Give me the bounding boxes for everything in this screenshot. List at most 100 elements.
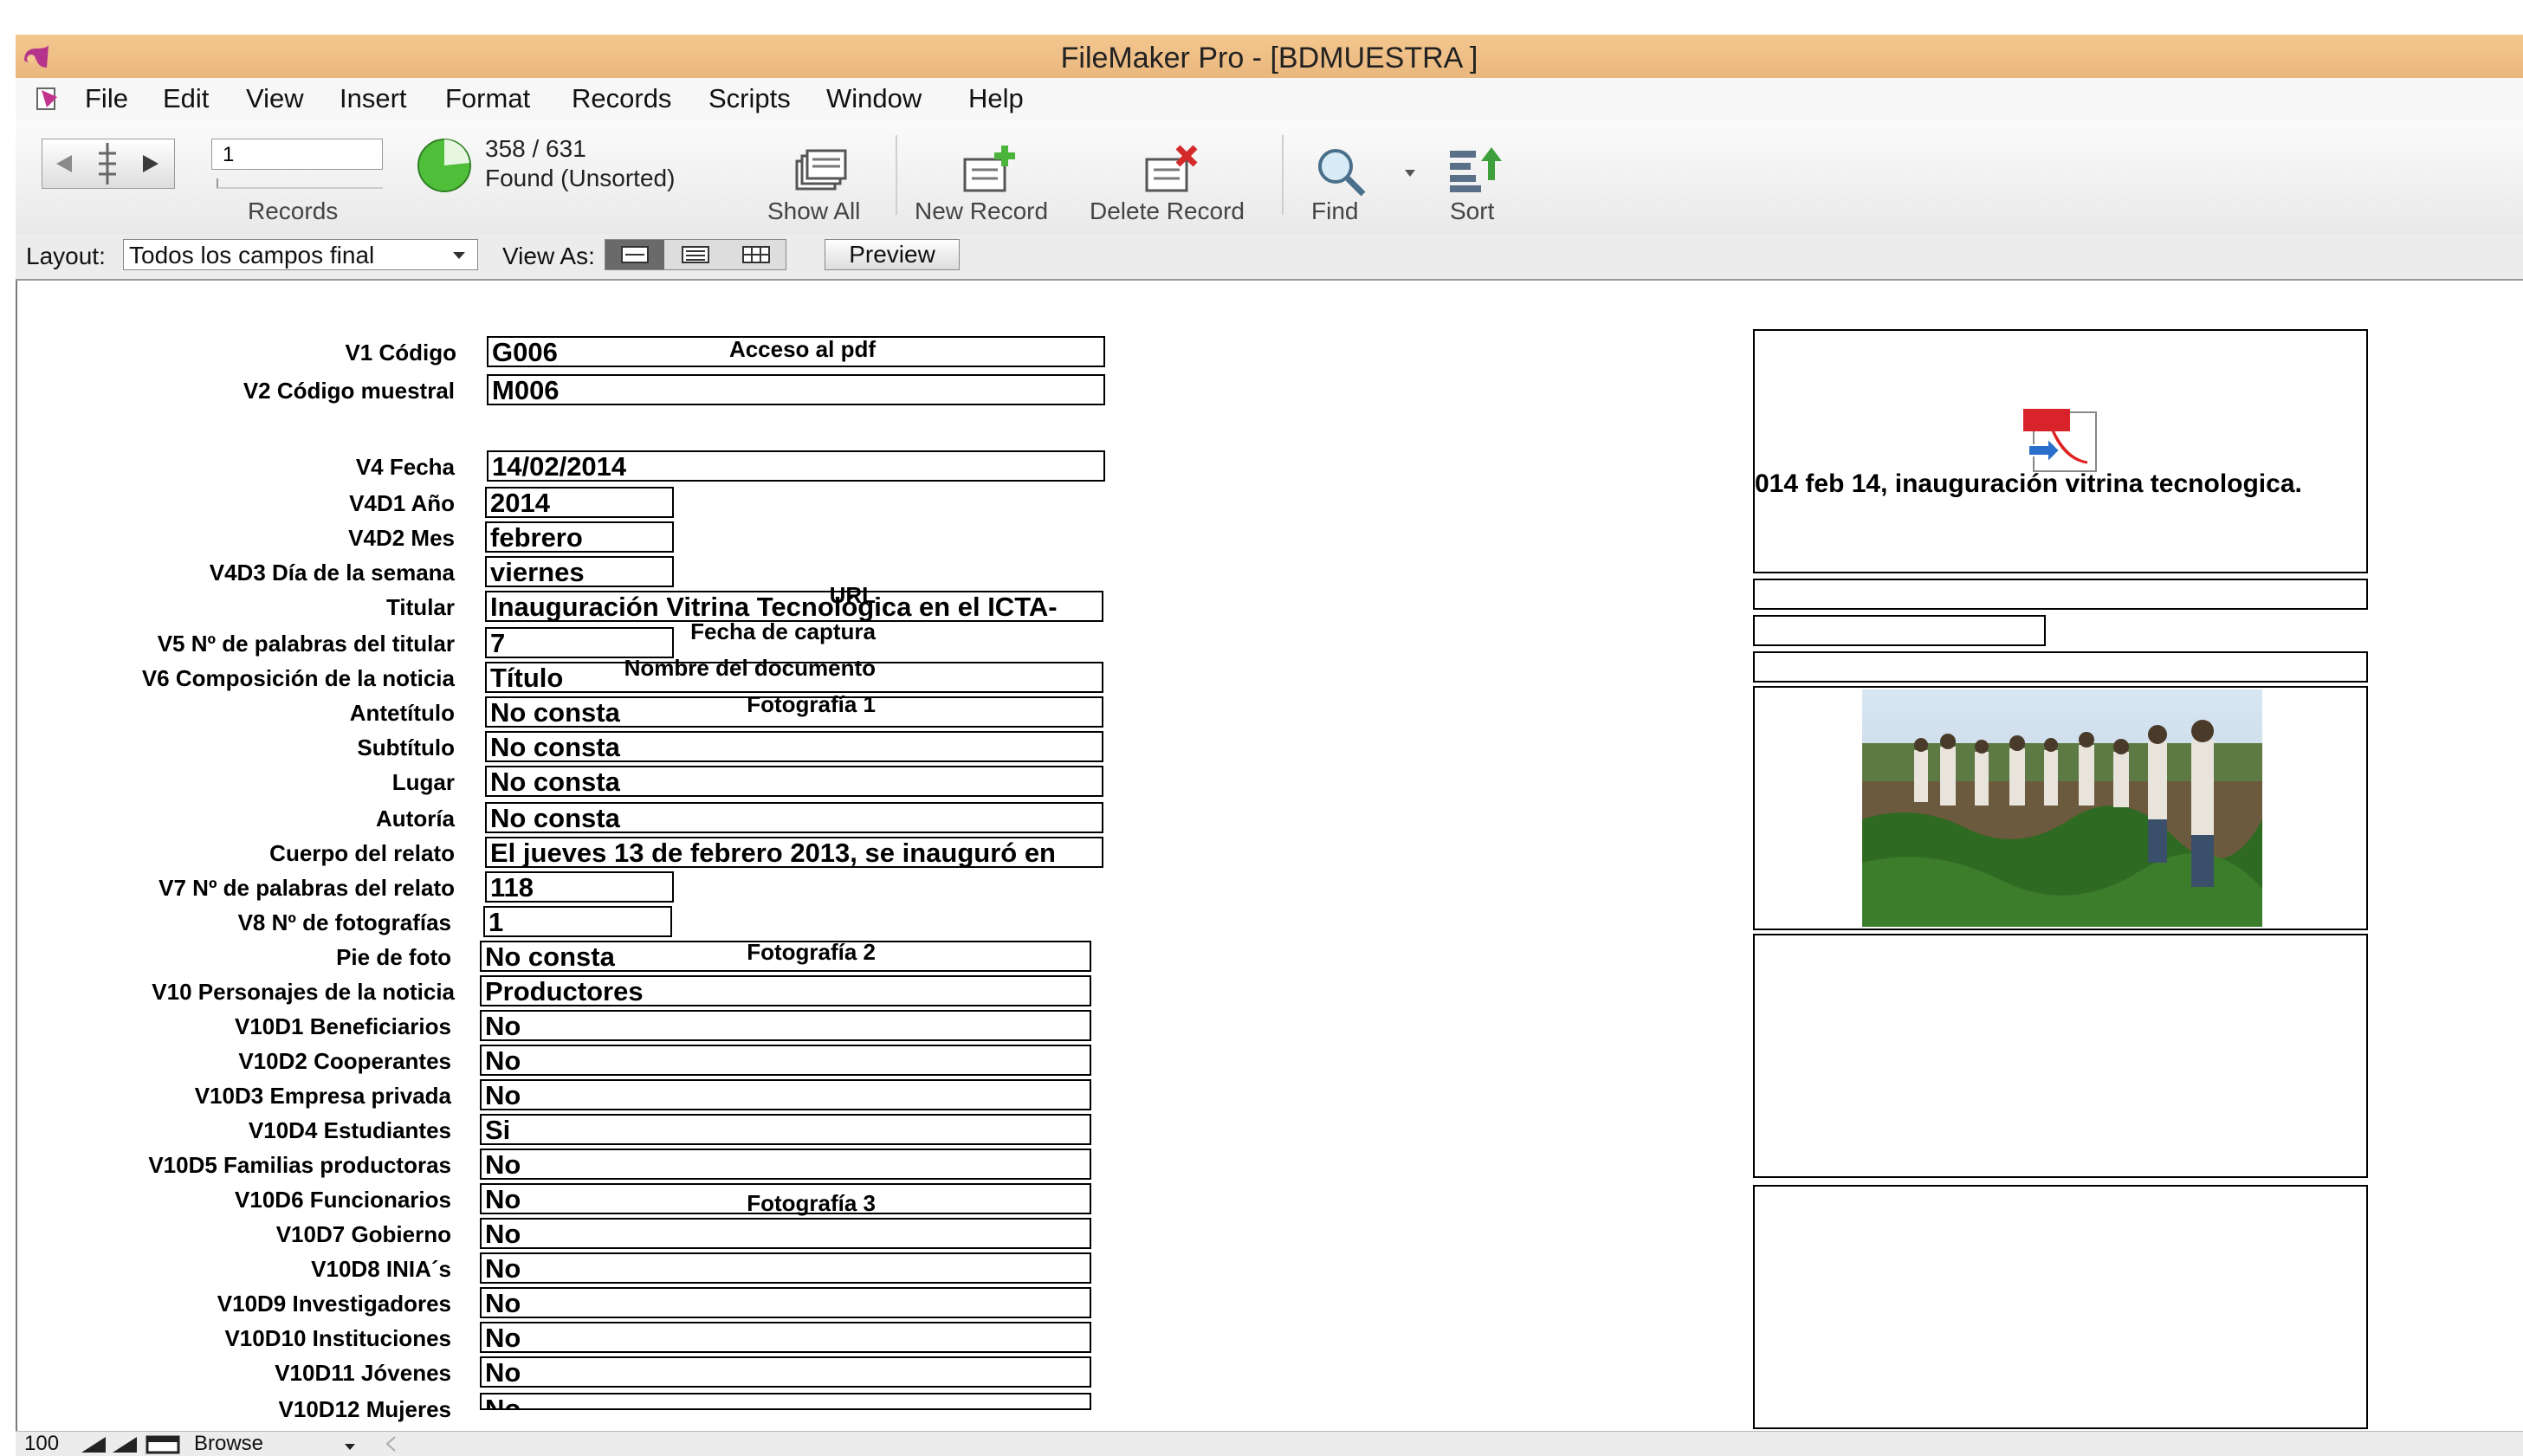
title-bar: FileMaker Pro - [BDMUESTRA ]	[16, 35, 2523, 79]
find-magnifier-icon[interactable]	[1313, 146, 1370, 197]
field-value-input[interactable]: Productores	[480, 975, 1091, 1006]
menu-view[interactable]: View	[246, 83, 304, 114]
field-label: Antetítulo	[349, 700, 455, 726]
field-value-input[interactable]: febrero	[485, 521, 674, 553]
field-label: V10D3 Empresa privada	[194, 1083, 451, 1109]
field-label: V10D1 Beneficiarios	[234, 1013, 451, 1039]
field-label: V10D4 Estudiantes	[248, 1117, 451, 1143]
menu-edit[interactable]: Edit	[163, 83, 209, 114]
field-value-input[interactable]: M006	[487, 374, 1105, 405]
photo-2-label: Fotografía 2	[747, 939, 876, 965]
next-record-icon[interactable]	[138, 152, 164, 176]
layout-select[interactable]: Todos los campos final	[123, 239, 478, 270]
view-as-form-button[interactable]	[605, 240, 664, 269]
layout-select-value: Todos los campos final	[129, 242, 375, 269]
field-value-input[interactable]: No consta	[485, 802, 1103, 833]
field-label: V10D6 Funcionarios	[235, 1187, 451, 1213]
field-value-input[interactable]: No	[480, 1045, 1091, 1076]
record-book-navigator[interactable]	[42, 139, 175, 189]
menu-window[interactable]: Window	[826, 83, 922, 114]
menu-scripts[interactable]: Scripts	[708, 83, 791, 114]
layout-bar: Layout: Todos los campos final View As: …	[16, 234, 2523, 281]
menu-records[interactable]: Records	[572, 83, 671, 114]
find-dropdown-chevron-icon[interactable]	[1403, 168, 1417, 178]
field-value-input[interactable]: 1	[483, 906, 672, 937]
menu-bar: File Edit View Insert Format Records Scr…	[16, 78, 2523, 120]
document-icon[interactable]	[35, 85, 61, 113]
zoom-out-icon[interactable]	[80, 1435, 107, 1454]
sort-icon[interactable]	[1445, 146, 1505, 196]
view-as-table-button[interactable]	[727, 240, 786, 269]
menu-file[interactable]: File	[85, 83, 128, 114]
document-name-field[interactable]	[1753, 651, 2368, 683]
field-value-input[interactable]: No	[480, 1356, 1091, 1388]
field-label: V10D2 Cooperantes	[238, 1048, 451, 1074]
photo-1-container[interactable]	[1753, 686, 2368, 930]
field-value-input[interactable]: Inauguración Vitrina Tecnológica en el I…	[485, 591, 1103, 622]
field-label: V4D1 Año	[349, 490, 455, 516]
find-button[interactable]: Find	[1311, 197, 1358, 225]
field-value-input[interactable]: 14/02/2014	[487, 450, 1105, 482]
field-value-input[interactable]: No consta	[485, 766, 1103, 797]
zoom-in-icon[interactable]	[111, 1435, 139, 1454]
field-value-input[interactable]: Si	[480, 1114, 1091, 1145]
field-label: Autoría	[376, 806, 455, 832]
field-value-input[interactable]: No	[480, 1149, 1091, 1180]
sort-button[interactable]: Sort	[1450, 197, 1494, 225]
field-value-input[interactable]: No	[480, 1393, 1091, 1410]
field-value-input[interactable]: No	[480, 1322, 1091, 1353]
field-value-input[interactable]: 118	[485, 871, 674, 903]
delete-record-icon[interactable]	[1142, 144, 1202, 196]
menu-format[interactable]: Format	[445, 83, 530, 114]
field-label: Subtítulo	[357, 734, 455, 760]
field-label: V4D2 Mes	[348, 525, 455, 551]
field-value-input[interactable]: 7	[485, 627, 674, 658]
form-view-icon	[621, 246, 649, 263]
field-value-input[interactable]: viernes	[485, 556, 674, 587]
chevron-down-icon	[453, 252, 465, 259]
preview-button[interactable]: Preview	[825, 239, 960, 270]
field-label: V10D11 Jóvenes	[275, 1360, 451, 1386]
show-all-button[interactable]: Show All	[767, 197, 860, 225]
chevron-down-icon[interactable]	[343, 1442, 357, 1451]
menu-insert[interactable]: Insert	[340, 83, 407, 114]
show-all-icon[interactable]	[790, 149, 851, 196]
status-bar: 100 Browse	[16, 1431, 2523, 1456]
scroll-left-icon[interactable]	[385, 1435, 397, 1453]
pdf-access-label: Acceso al pdf	[728, 336, 876, 362]
pdf-container-field[interactable]: PDF 014 feb 14, inauguración vitrina tec…	[1753, 329, 2368, 573]
field-value-input[interactable]: No	[480, 1218, 1091, 1249]
pdf-icon-label: PDF	[1763, 412, 1795, 430]
field-value-input[interactable]: 2014	[485, 487, 674, 518]
photo-2-container[interactable]	[1753, 934, 2368, 1178]
previous-record-icon[interactable]	[51, 152, 77, 176]
zoom-level[interactable]: 100	[24, 1432, 59, 1456]
field-value-input[interactable]: El jueves 13 de febrero 2013, se inaugur…	[485, 837, 1103, 868]
new-record-button[interactable]: New Record	[915, 197, 1048, 225]
field-value-input[interactable]: No	[480, 1252, 1091, 1284]
url-field[interactable]	[1753, 579, 2368, 610]
field-label: V10D8 INIA´s	[311, 1256, 451, 1282]
toolbar-divider	[1282, 135, 1284, 215]
capture-date-field[interactable]	[1753, 615, 2046, 646]
field-label: V10 Personajes de la noticia	[152, 979, 455, 1005]
field-value-input[interactable]: No	[480, 1079, 1091, 1110]
menu-help[interactable]: Help	[968, 83, 1024, 114]
new-record-icon[interactable]	[960, 144, 1020, 196]
delete-record-button[interactable]: Delete Record	[1090, 197, 1245, 225]
toggle-toolbar-icon[interactable]	[146, 1435, 180, 1454]
field-value-input[interactable]: No	[480, 1287, 1091, 1318]
list-view-icon	[682, 246, 709, 263]
pdf-file-icon	[2023, 409, 2097, 472]
pdf-filename: 014 feb 14, inauguración vitrina tecnolo…	[1755, 469, 2302, 498]
mode-select[interactable]: Browse	[194, 1432, 263, 1456]
table-view-icon	[742, 246, 770, 263]
record-number-input[interactable]: 1	[211, 139, 383, 170]
field-value-input[interactable]: No	[480, 1010, 1091, 1041]
field-label: V2 Código muestral	[243, 378, 455, 404]
view-as-list-button[interactable]	[666, 240, 725, 269]
field-label: Lugar	[391, 769, 455, 795]
record-slider[interactable]	[217, 178, 383, 189]
field-value-input[interactable]: No consta	[485, 731, 1103, 762]
photo-3-container[interactable]	[1753, 1185, 2368, 1429]
